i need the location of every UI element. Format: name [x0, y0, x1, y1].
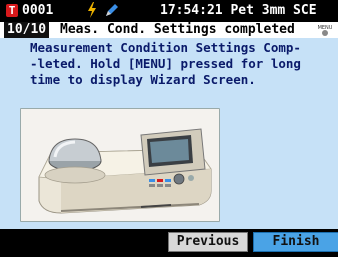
message-line-2: -leted. Hold [MENU] pressed for long — [30, 56, 301, 71]
previous-button[interactable]: Previous — [168, 232, 248, 252]
content-area — [0, 96, 338, 229]
battery-icon — [88, 2, 96, 18]
message-line-1: Measurement Condition Settings Comp- — [30, 40, 301, 55]
t-icon: T — [6, 4, 18, 17]
wizard-header: 10/10 Meas. Cond. Settings completed MEN… — [0, 22, 338, 38]
finish-button[interactable]: Finish — [253, 232, 338, 252]
pen-icon — [106, 4, 118, 16]
instrument-illustration — [20, 108, 220, 222]
button-bar: Previous Finish — [0, 229, 338, 257]
device-screen: T 0001 17:54:21 Pet 3mm SCE 10/10 Meas. … — [0, 0, 338, 257]
completion-message: Measurement Condition Settings Comp- -le… — [0, 38, 338, 96]
sample-number: 0001 — [22, 3, 54, 18]
status-bar: T 0001 17:54:21 Pet 3mm SCE — [0, 0, 338, 22]
spectrophotometer-image — [38, 128, 212, 214]
step-indicator: 10/10 — [4, 22, 50, 38]
menu-icon[interactable]: MENU — [314, 23, 336, 37]
wizard-title: Meas. Cond. Settings completed — [60, 22, 295, 37]
datetime-info: 17:54:21 Pet 3mm SCE — [160, 3, 317, 18]
message-line-3: time to display Wizard Screen. — [30, 72, 256, 87]
